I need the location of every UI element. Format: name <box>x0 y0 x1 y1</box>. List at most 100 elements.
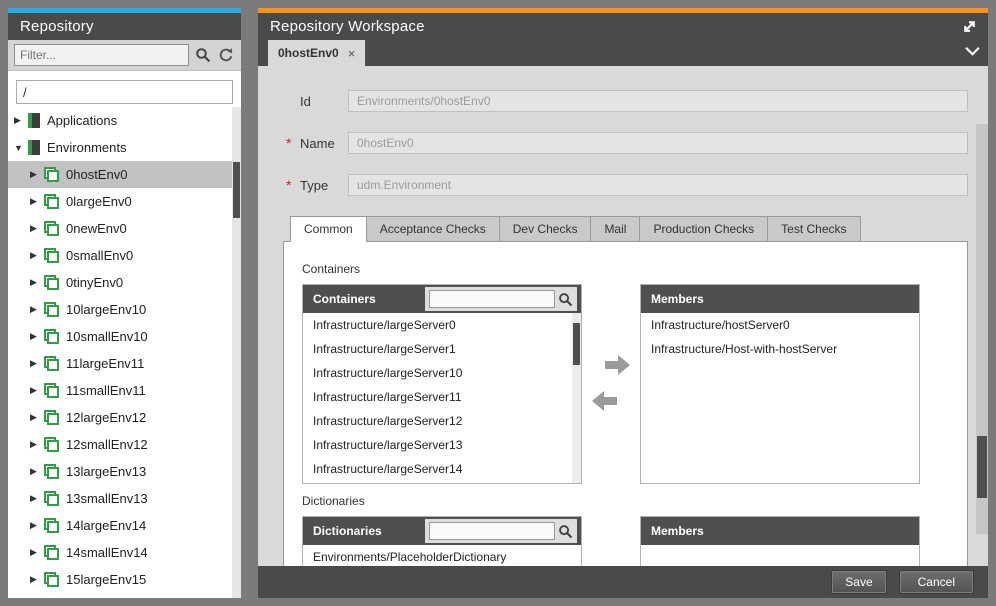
box-title: Dictionaries <box>313 524 425 538</box>
tree-item-11smallEnv11[interactable]: ▶11smallEnv11 <box>8 377 241 404</box>
tree-item-14smallEnv14[interactable]: ▶14smallEnv14 <box>8 539 241 566</box>
list-item[interactable]: Infrastructure/largeServer10 <box>303 361 581 385</box>
tab-production-checks[interactable]: Production Checks <box>639 216 768 242</box>
list-item[interactable]: Infrastructure/largeServer11 <box>303 385 581 409</box>
expand-arrow-icon[interactable]: ▶ <box>30 520 44 531</box>
tree-scrollbar-thumb[interactable] <box>233 162 240 218</box>
containers-members-box: Members Infrastructure/hostServer0Infrast… <box>640 284 920 484</box>
type-input[interactable] <box>348 174 968 196</box>
dictionaries-search-input[interactable] <box>429 522 555 540</box>
environments-folder-icon <box>28 140 40 155</box>
expand-arrow-icon[interactable]: ▶ <box>30 331 44 342</box>
expand-arrow-icon[interactable]: ▶ <box>30 466 44 477</box>
close-tab-icon[interactable]: × <box>348 47 356 60</box>
tree-item-14largeEnv14[interactable]: ▶ 14largeEnv14 <box>8 512 241 539</box>
expand-arrow-icon[interactable]: ▶ <box>30 196 44 207</box>
tree-item-15largeEnv15[interactable]: ▶15largeEnv15 <box>8 566 241 593</box>
tree-item-13smallEnv13[interactable]: ▶13smallEnv13 <box>8 485 241 512</box>
document-tab-bar: 0hostEnv0 × <box>258 40 988 66</box>
expand-arrow-icon[interactable]: ▶ <box>30 304 44 315</box>
document-tab-0hostEnv0[interactable]: 0hostEnv0 × <box>268 40 365 66</box>
tree-item-Applications[interactable]: ▶Applications <box>8 107 241 134</box>
expand-arrow-icon[interactable]: ▶ <box>30 169 44 180</box>
transfer-arrows <box>582 284 640 482</box>
move-right-arrow[interactable] <box>602 353 632 377</box>
field-row-type: *Type <box>286 174 968 196</box>
environment-icon <box>44 491 59 506</box>
tree-item-Environments[interactable]: ▼Environments <box>8 134 241 161</box>
tab-test-checks[interactable]: Test Checks <box>767 216 860 242</box>
expand-arrow-icon[interactable]: ▶ <box>30 223 44 234</box>
tree-item-10smallEnv10[interactable]: ▶10smallEnv10 <box>8 323 241 350</box>
chevron-down-icon[interactable] <box>965 46 980 56</box>
save-button[interactable]: Save <box>831 570 886 594</box>
expand-arrow-icon[interactable]: ▶ <box>30 385 44 396</box>
id-input[interactable] <box>348 90 968 112</box>
search-icon[interactable] <box>558 524 573 539</box>
tree-scrollbar[interactable] <box>232 107 241 598</box>
expand-arrow-icon[interactable]: ▶ <box>30 439 44 450</box>
search-icon[interactable] <box>194 46 212 64</box>
tree-item-0newEnv0[interactable]: ▶0newEnv0 <box>8 215 241 242</box>
expand-arrow-icon[interactable]: ▶ <box>30 547 44 558</box>
field-label: Type <box>300 178 348 193</box>
dictionaries-dual-list: Dictionaries Environments/PlaceholderDict… <box>302 516 967 566</box>
box-title: Containers <box>313 292 425 306</box>
list-scrollbar-thumb[interactable] <box>573 323 580 365</box>
tab-acceptance-checks[interactable]: Acceptance Checks <box>366 216 500 242</box>
list-item[interactable]: Infrastructure/largeServer12 <box>303 409 581 433</box>
move-left-arrow[interactable] <box>590 389 620 413</box>
refresh-icon[interactable] <box>217 46 235 64</box>
box-search <box>425 519 577 543</box>
tab-mail[interactable]: Mail <box>590 216 640 242</box>
tab-common[interactable]: Common <box>290 216 367 242</box>
tree-item-10largeEnv10[interactable]: ▶10largeEnv10 <box>8 296 241 323</box>
list-item[interactable]: Infrastructure/largeServer13 <box>303 433 581 457</box>
expand-icon[interactable] <box>961 18 978 35</box>
environment-icon <box>44 275 59 290</box>
expand-arrow-icon[interactable]: ▶ <box>30 412 44 423</box>
search-icon[interactable] <box>558 292 573 307</box>
path-input[interactable] <box>16 80 233 104</box>
workspace-scrollbar-thumb[interactable] <box>977 436 987 498</box>
expand-arrow-icon[interactable]: ▶ <box>30 250 44 261</box>
tree-item-0tinyEnv0[interactable]: ▶0tinyEnv0 <box>8 269 241 296</box>
list-item[interactable]: Infrastructure/hostServer0 <box>641 313 919 337</box>
list-item[interactable]: Environments/PlaceholderDictionary <box>303 545 581 566</box>
tree-item-12largeEnv12[interactable]: ▶12largeEnv12 <box>8 404 241 431</box>
containers-search-input[interactable] <box>429 290 555 308</box>
field-label: Id <box>300 94 348 109</box>
cancel-button[interactable]: Cancel <box>899 570 974 594</box>
repository-tree: ▶Applications▼Environments▶0hostEnv0▶0la… <box>8 107 241 598</box>
tree-item-label: 14largeEnv14 <box>66 518 146 533</box>
environment-icon <box>44 410 59 425</box>
tree-item-0smallEnv0[interactable]: ▶0smallEnv0 <box>8 242 241 269</box>
expand-arrow-icon[interactable]: ▶ <box>30 574 44 585</box>
containers-dual-list: ContainersInfrastructure/largeServer0Inf… <box>302 284 967 484</box>
tree-item-0hostEnv0[interactable]: ▶0hostEnv0 <box>8 161 241 188</box>
expand-arrow-icon[interactable]: ▶ <box>30 493 44 504</box>
expand-arrow-icon[interactable]: ▶ <box>30 358 44 369</box>
list-item[interactable]: Infrastructure/largeServer1 <box>303 337 581 361</box>
tree-item-0largeEnv0[interactable]: ▶0largeEnv0 <box>8 188 241 215</box>
workspace-scrollbar[interactable] <box>976 124 988 534</box>
tree-item-11largeEnv11[interactable]: ▶11largeEnv11 <box>8 350 241 377</box>
collapse-arrow-icon[interactable]: ▼ <box>14 143 28 153</box>
field-row-id: Id <box>286 90 968 112</box>
environment-icon <box>44 329 59 344</box>
tree-item-12smallEnv12[interactable]: ▶12smallEnv12 <box>8 431 241 458</box>
tab-dev-checks[interactable]: Dev Checks <box>499 216 592 242</box>
box-header: Members <box>641 517 919 545</box>
list-scrollbar[interactable] <box>572 313 581 483</box>
filter-input[interactable] <box>14 44 189 66</box>
list-item[interactable]: Infrastructure/largeServer0 <box>303 313 581 337</box>
environment-icon <box>44 221 59 236</box>
expand-arrow-icon[interactable]: ▶ <box>30 277 44 288</box>
expand-arrow-icon[interactable]: ▶ <box>14 115 28 126</box>
name-input[interactable] <box>348 132 968 154</box>
tree-item-label: 13largeEnv13 <box>66 464 146 479</box>
list-item[interactable]: Infrastructure/largeServer14 <box>303 457 581 481</box>
list-item[interactable]: Infrastructure/Host-with-hostServer <box>641 337 919 361</box>
box-title: Members <box>651 292 915 306</box>
tree-item-13largeEnv13[interactable]: ▶ 13largeEnv13 <box>8 458 241 485</box>
